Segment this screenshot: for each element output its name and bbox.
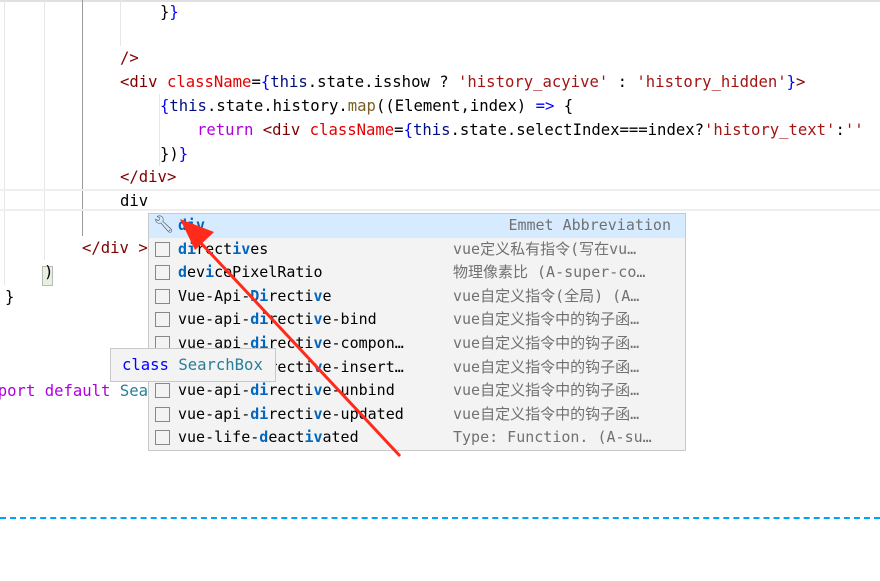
annotation-arrow <box>180 219 402 458</box>
arrow-head <box>180 219 214 250</box>
arrow-shaft <box>198 240 402 458</box>
